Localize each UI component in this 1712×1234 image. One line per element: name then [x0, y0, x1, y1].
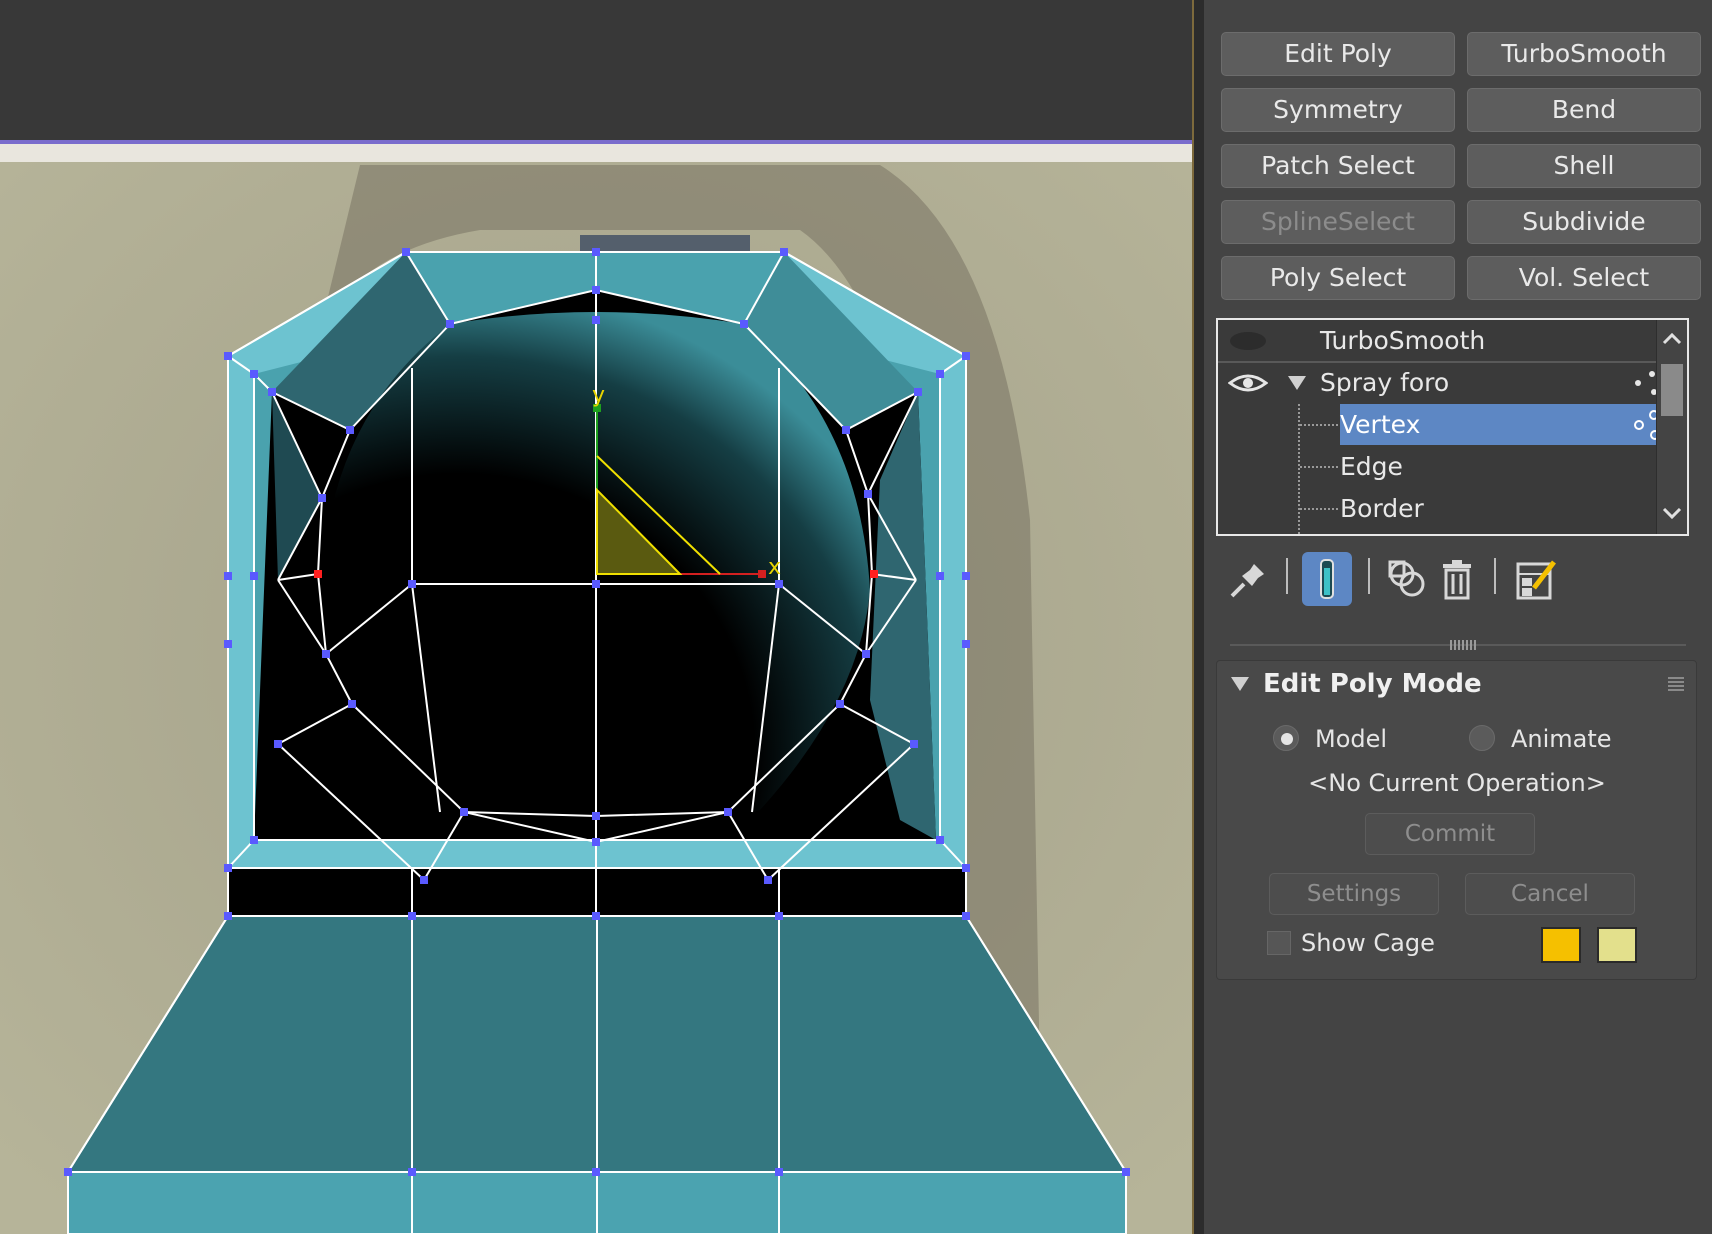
reference-image-edge — [0, 144, 1192, 162]
show-end-result-icon[interactable] — [1302, 552, 1352, 606]
stack-item-label: Edge — [1340, 452, 1403, 481]
poly-select-button[interactable]: Poly Select — [1221, 256, 1455, 300]
stack-item-label: Spray foro — [1320, 368, 1450, 397]
stack-item-turbosmooth[interactable]: TurboSmooth — [1218, 320, 1662, 363]
animate-radio[interactable] — [1469, 725, 1495, 751]
rollout-title[interactable]: Edit Poly Mode — [1263, 669, 1482, 699]
patch-select-button[interactable]: Patch Select — [1221, 144, 1455, 188]
expand-triangle-icon[interactable] — [1288, 376, 1306, 390]
rollout-grip-icon[interactable] — [1668, 675, 1684, 691]
scroll-down-icon[interactable] — [1661, 502, 1683, 524]
stack-item-edge[interactable]: Edge — [1218, 446, 1662, 487]
model-radio[interactable] — [1273, 725, 1299, 751]
scroll-thumb[interactable] — [1661, 364, 1683, 416]
gizmo-y-label: y — [592, 383, 605, 408]
model-label: Model — [1315, 725, 1388, 753]
animate-label: Animate — [1511, 725, 1612, 753]
selected-cage-color-swatch[interactable] — [1597, 927, 1637, 963]
eye-off-icon[interactable] — [1228, 330, 1268, 352]
show-cage-checkbox[interactable] — [1267, 931, 1291, 955]
modifier-stack[interactable]: TurboSmooth Spray foro Vertex Edge Borde… — [1216, 318, 1689, 536]
gizmo-x-label: x — [768, 555, 781, 580]
tree-line — [1300, 424, 1338, 426]
viewport-canvas[interactable]: y x — [0, 0, 1192, 1234]
tree-line — [1300, 466, 1338, 468]
edit-poly-mode-rollout: Edit Poly Mode Model Animate <No Current… — [1216, 660, 1697, 980]
toolbar-separator — [1368, 558, 1370, 594]
cancel-button[interactable]: Cancel — [1465, 873, 1635, 915]
stack-item-spray-foro[interactable]: Spray foro — [1218, 362, 1662, 403]
stack-item-label: Vertex — [1340, 410, 1421, 439]
stack-item-border[interactable]: Border — [1218, 488, 1662, 529]
command-panel: Edit Poly TurboSmooth Symmetry Bend Patc… — [1204, 0, 1712, 1234]
commit-button[interactable]: Commit — [1365, 813, 1535, 855]
current-operation-label: <No Current Operation> — [1308, 769, 1606, 797]
bend-button[interactable]: Bend — [1467, 88, 1701, 132]
stack-item-label: Border — [1340, 494, 1424, 523]
turbosmooth-button[interactable]: TurboSmooth — [1467, 32, 1701, 76]
cage-color-swatch[interactable] — [1541, 927, 1581, 963]
tree-line — [1300, 508, 1338, 510]
stack-item-vertex[interactable]: Vertex — [1218, 404, 1670, 445]
show-cage-label: Show Cage — [1301, 929, 1435, 957]
splineselect-button[interactable]: SplineSelect — [1221, 200, 1455, 244]
settings-button[interactable]: Settings — [1269, 873, 1439, 915]
stack-scrollbar[interactable] — [1656, 320, 1687, 534]
stack-item-label: TurboSmooth — [1320, 326, 1486, 355]
viewport[interactable]: y x — [0, 0, 1192, 1234]
remove-modifier-icon[interactable] — [1432, 552, 1482, 606]
viewport-active-border — [0, 140, 1192, 144]
scroll-up-icon[interactable] — [1661, 328, 1683, 350]
configure-modifier-sets-icon[interactable] — [1512, 552, 1562, 606]
pin-stack-icon[interactable] — [1224, 552, 1274, 606]
toolbar-separator — [1286, 558, 1288, 594]
eye-icon[interactable] — [1228, 371, 1268, 395]
vol-select-button[interactable]: Vol. Select — [1467, 256, 1701, 300]
subdivide-button[interactable]: Subdivide — [1467, 200, 1701, 244]
viewport-header-strip — [0, 0, 1192, 140]
toolbar-separator — [1494, 558, 1496, 594]
shell-button[interactable]: Shell — [1467, 144, 1701, 188]
collapse-triangle-icon[interactable] — [1231, 677, 1249, 691]
make-unique-icon[interactable] — [1382, 552, 1432, 606]
panel-splitter[interactable] — [1192, 0, 1204, 1234]
resize-grip-icon[interactable] — [1450, 640, 1476, 650]
edit-poly-button[interactable]: Edit Poly — [1221, 32, 1455, 76]
symmetry-button[interactable]: Symmetry — [1221, 88, 1455, 132]
